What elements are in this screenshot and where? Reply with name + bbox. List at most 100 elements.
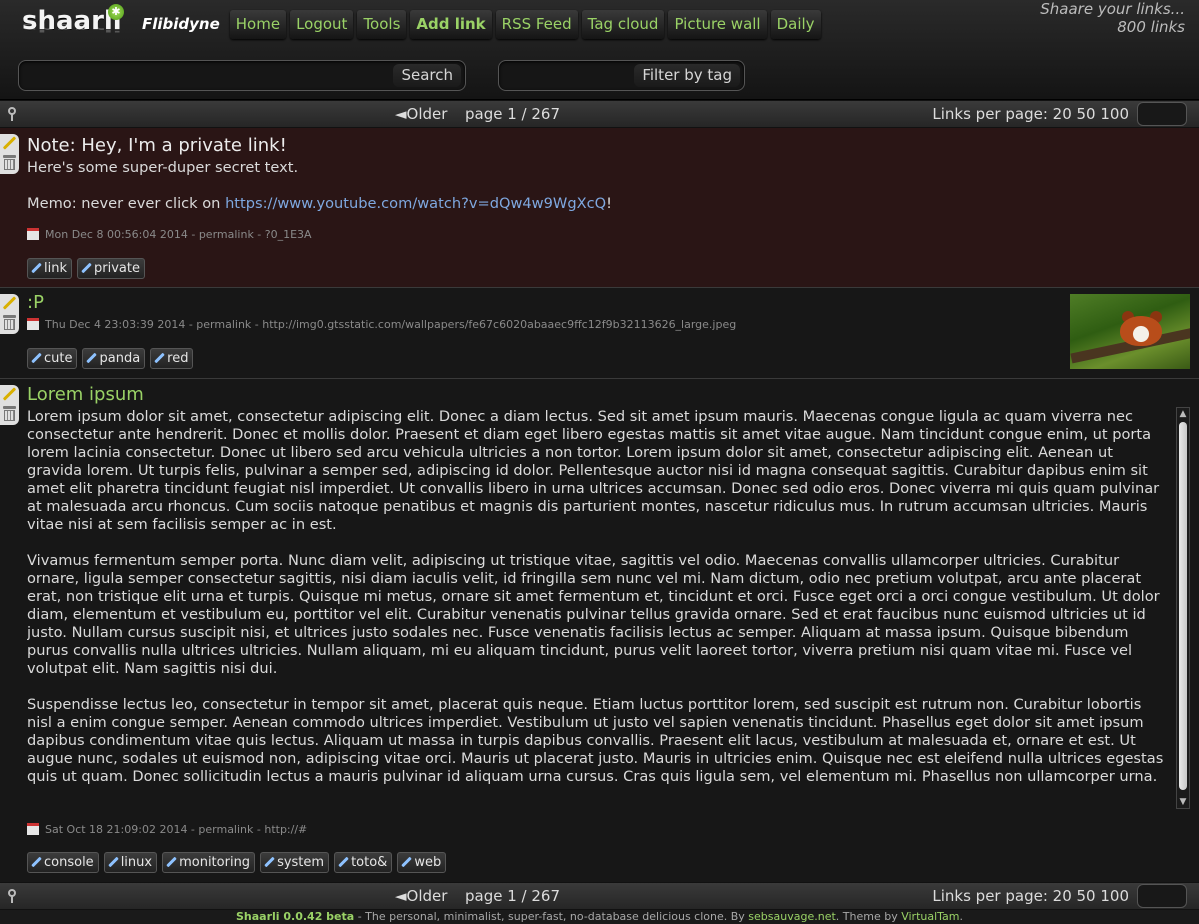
menu-picture-wall[interactable]: Picture wall bbox=[668, 10, 767, 39]
tag-label: monitoring bbox=[179, 855, 251, 870]
link-meta-text[interactable]: Sat Oct 18 21:09:02 2014 - permalink - h… bbox=[45, 823, 307, 836]
pin-icon[interactable] bbox=[8, 889, 16, 903]
description-paragraph: Lorem ipsum dolor sit amet, consectetur … bbox=[27, 408, 1160, 533]
tag[interactable]: private bbox=[77, 258, 145, 279]
tag-icon bbox=[264, 857, 274, 867]
tag-filter-form: Filter by tag bbox=[498, 60, 745, 91]
scroll-down-arrow-icon[interactable]: ▼ bbox=[1177, 796, 1189, 808]
shaarli-logo[interactable]: shaarli shaarli ✱ bbox=[20, 4, 126, 48]
menu-tag-cloud[interactable]: Tag cloud bbox=[581, 10, 665, 39]
tag[interactable]: monitoring bbox=[162, 852, 256, 873]
link-tools bbox=[0, 294, 19, 334]
footer-app-name: Shaarli 0.0.42 beta bbox=[235, 910, 355, 923]
footer-text: - The personal, minimalist, super-fast, … bbox=[354, 910, 749, 923]
logo-reflection: shaarli bbox=[22, 20, 122, 35]
link-title[interactable]: Note: Hey, I'm a private link! bbox=[27, 135, 287, 156]
link-meta: Sat Oct 18 21:09:02 2014 - permalink - h… bbox=[27, 823, 307, 836]
logo-star-icon: ✱ bbox=[108, 4, 124, 20]
tag-label: link bbox=[44, 261, 67, 276]
menu-home[interactable]: Home bbox=[229, 10, 287, 39]
footer: Shaarli 0.0.42 beta - The personal, mini… bbox=[0, 910, 1199, 924]
tag[interactable]: red bbox=[150, 348, 194, 369]
link-stats: Shaare your links... 800 links bbox=[1040, 0, 1185, 36]
link-title[interactable]: :P bbox=[27, 292, 44, 313]
link-description: Lorem ipsum dolor sit amet, consectetur … bbox=[27, 408, 1169, 806]
description-paragraph: Suspendisse lectus leo, consectetur in t… bbox=[27, 696, 1164, 785]
tag[interactable]: console bbox=[27, 852, 99, 873]
filter-by-tag-button[interactable]: Filter by tag bbox=[634, 64, 740, 87]
search-button[interactable]: Search bbox=[393, 64, 461, 87]
main-menu: Flibidyne Home Logout Tools Add link RSS… bbox=[136, 10, 821, 39]
delete-trash-icon[interactable] bbox=[3, 155, 16, 170]
footer-text: . Theme by bbox=[835, 910, 902, 923]
tag[interactable]: link bbox=[27, 258, 72, 279]
link-meta-text[interactable]: Thu Dec 4 23:03:39 2014 - permalink - ht… bbox=[45, 318, 736, 331]
header: shaarli shaarli ✱ Flibidyne Home Logout … bbox=[0, 0, 1199, 100]
footer-author-link[interactable]: sebsauvage.net bbox=[748, 910, 835, 923]
tag-icon bbox=[166, 857, 176, 867]
link-item: Lorem ipsum Lorem ipsum dolor sit amet, … bbox=[0, 379, 1199, 883]
tag-icon bbox=[108, 857, 118, 867]
calendar-icon bbox=[27, 228, 39, 240]
description-line: Here's some super-duper secret text. bbox=[27, 159, 299, 176]
link-meta-text[interactable]: Mon Dec 8 00:56:04 2014 - permalink - ?0… bbox=[45, 228, 312, 241]
memo-url-link[interactable]: https://www.youtube.com/watch?v=dQw4w9Wg… bbox=[225, 195, 606, 212]
tag-label: cute bbox=[44, 351, 73, 366]
delete-trash-icon[interactable] bbox=[3, 315, 16, 330]
tag-icon bbox=[31, 857, 41, 867]
tag[interactable]: toto& bbox=[334, 852, 393, 873]
stats-link-count: 800 links bbox=[1117, 18, 1185, 36]
tag[interactable]: linux bbox=[103, 852, 158, 873]
link-item: Note: Hey, I'm a private link! Here's so… bbox=[0, 128, 1199, 288]
links-per-page[interactable]: Links per page: 20 50 100 bbox=[932, 887, 1129, 905]
search-form: Search bbox=[18, 60, 466, 91]
tag[interactable]: web bbox=[397, 852, 447, 873]
link-description: Here's some super-duper secret text. Mem… bbox=[27, 159, 1187, 213]
link-title[interactable]: Lorem ipsum bbox=[27, 384, 144, 405]
menu-tools[interactable]: Tools bbox=[357, 10, 407, 39]
tag-icon bbox=[338, 857, 348, 867]
tag-icon bbox=[31, 353, 41, 363]
tag-icon bbox=[86, 353, 96, 363]
older-link[interactable]: ◄Older bbox=[395, 105, 447, 123]
menu-brand[interactable]: Flibidyne bbox=[136, 10, 226, 39]
edit-pencil-icon[interactable] bbox=[2, 136, 16, 150]
tag-filter-input[interactable] bbox=[505, 65, 652, 87]
tag-icon bbox=[81, 263, 91, 273]
menu-rss-feed[interactable]: RSS Feed bbox=[495, 10, 578, 39]
links-per-page-input[interactable] bbox=[1137, 884, 1187, 908]
edit-pencil-icon[interactable] bbox=[2, 296, 16, 310]
footer-text: . bbox=[959, 910, 964, 923]
edit-pencil-icon[interactable] bbox=[2, 387, 16, 401]
links-per-page-input[interactable] bbox=[1137, 102, 1187, 126]
tag[interactable]: cute bbox=[27, 348, 78, 369]
scroll-up-arrow-icon[interactable]: ▲ bbox=[1177, 408, 1189, 420]
tag-label: system bbox=[277, 855, 325, 870]
description-memo: Memo: never ever click on https://www.yo… bbox=[27, 195, 1187, 213]
description-scrollbar[interactable]: ▲ ▼ bbox=[1176, 407, 1190, 809]
calendar-icon bbox=[27, 318, 39, 330]
older-link[interactable]: ◄Older bbox=[395, 887, 447, 905]
tag-label: toto& bbox=[351, 855, 388, 870]
menu-logout[interactable]: Logout bbox=[290, 10, 354, 39]
pin-icon[interactable] bbox=[8, 107, 16, 121]
menu-add-link[interactable]: Add link bbox=[410, 10, 492, 39]
delete-trash-icon[interactable] bbox=[3, 406, 16, 421]
tag[interactable]: system bbox=[260, 852, 330, 873]
footer-theme-link[interactable]: VirtualTam bbox=[901, 910, 959, 923]
scrollbar-thumb[interactable] bbox=[1179, 422, 1187, 790]
tag-label: web bbox=[414, 855, 442, 870]
tag-icon bbox=[401, 857, 411, 867]
tag-list: console linux monitoring system toto& we… bbox=[27, 852, 447, 873]
tag[interactable]: panda bbox=[82, 348, 146, 369]
search-input[interactable] bbox=[25, 65, 293, 87]
links-per-page[interactable]: Links per page: 20 50 100 bbox=[932, 105, 1129, 123]
calendar-icon bbox=[27, 823, 39, 835]
tag-label: console bbox=[44, 855, 94, 870]
tag-list: link private bbox=[27, 258, 145, 279]
page-number: page 1 / 267 bbox=[465, 887, 560, 905]
menu-daily[interactable]: Daily bbox=[770, 10, 821, 39]
red-panda-thumbnail[interactable] bbox=[1070, 294, 1190, 369]
memo-suffix: ! bbox=[606, 195, 612, 212]
paging-bar-bottom: ◄Older page 1 / 267 Links per page: 20 5… bbox=[0, 882, 1199, 910]
